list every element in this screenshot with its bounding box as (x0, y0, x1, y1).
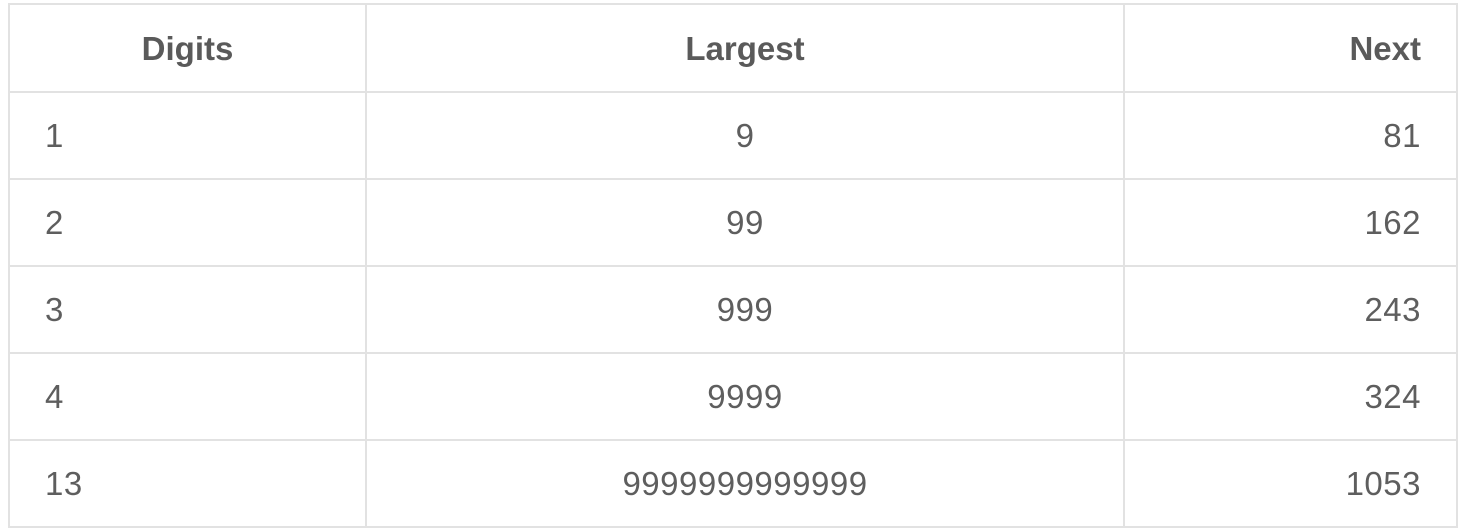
table-row: 3 999 243 (8, 265, 1458, 354)
cell-next: 162 (1123, 178, 1458, 267)
cell-largest: 9999 (365, 352, 1125, 441)
data-table-container: Digits Largest Next 1 9 81 2 99 162 3 99… (8, 3, 1458, 528)
header-largest: Largest (365, 3, 1125, 93)
cell-largest: 9 (365, 91, 1125, 180)
cell-next: 1053 (1123, 439, 1458, 528)
table-header: Digits Largest Next (8, 3, 1458, 93)
cell-digits: 3 (8, 265, 367, 354)
cell-next: 243 (1123, 265, 1458, 354)
table-row: 4 9999 324 (8, 352, 1458, 441)
cell-next: 81 (1123, 91, 1458, 180)
cell-digits: 1 (8, 91, 367, 180)
digits-table: Digits Largest Next 1 9 81 2 99 162 3 99… (8, 3, 1458, 528)
cell-next: 324 (1123, 352, 1458, 441)
table-body: 1 9 81 2 99 162 3 999 243 4 9999 324 13 (8, 91, 1458, 528)
table-row: 13 9999999999999 1053 (8, 439, 1458, 528)
header-row: Digits Largest Next (8, 3, 1458, 93)
table-row: 2 99 162 (8, 178, 1458, 267)
cell-largest: 99 (365, 178, 1125, 267)
cell-digits: 13 (8, 439, 367, 528)
header-next: Next (1123, 3, 1458, 93)
header-digits: Digits (8, 3, 367, 93)
cell-digits: 2 (8, 178, 367, 267)
cell-largest: 999 (365, 265, 1125, 354)
cell-largest: 9999999999999 (365, 439, 1125, 528)
cell-digits: 4 (8, 352, 367, 441)
table-row: 1 9 81 (8, 91, 1458, 180)
